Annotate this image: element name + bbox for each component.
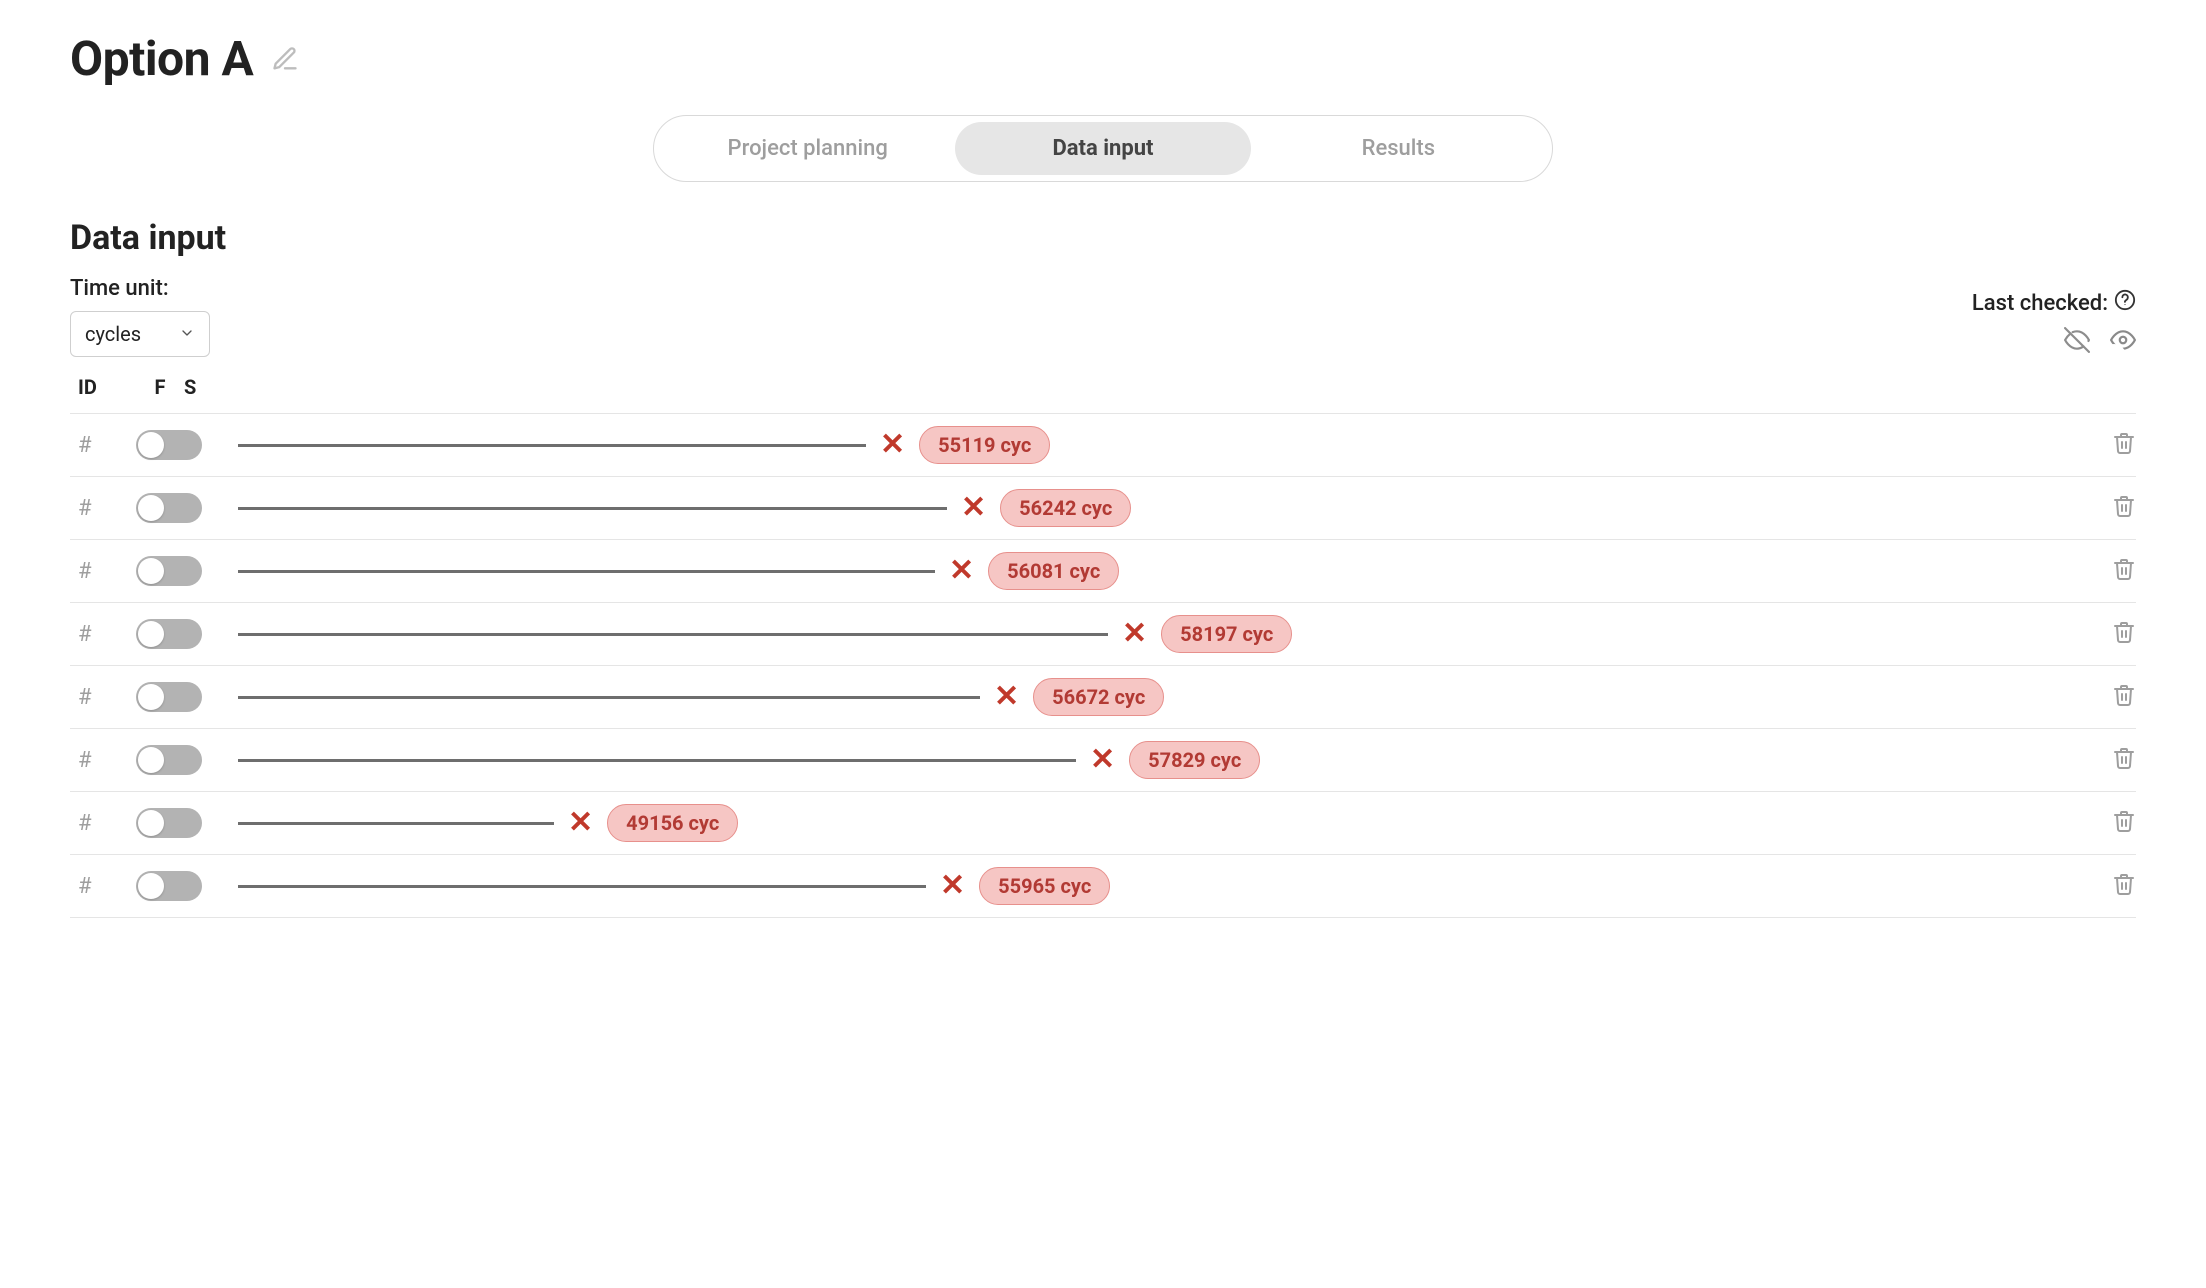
eye-off-icon [2064, 327, 2090, 357]
value-chip: 57829 cyc [1129, 741, 1260, 779]
value-chip: 56242 cyc [1000, 489, 1131, 527]
col-f: F [136, 375, 184, 399]
row-bar-area: ✕ 56242 cyc [208, 489, 2086, 527]
row-id: # [78, 748, 136, 773]
trash-icon[interactable] [2086, 872, 2136, 900]
row-toggle[interactable] [136, 493, 208, 523]
chevron-down-icon [179, 322, 195, 346]
close-icon[interactable]: ✕ [880, 430, 905, 460]
close-icon[interactable]: ✕ [1090, 745, 1115, 775]
close-icon[interactable]: ✕ [940, 871, 965, 901]
row-bar[interactable] [238, 822, 554, 825]
time-unit-select[interactable]: cycles [70, 311, 210, 357]
row-toggle[interactable] [136, 682, 208, 712]
table-row: # ✕ 55965 cyc [70, 854, 2136, 918]
last-checked-label: Last checked: [1972, 291, 2108, 316]
row-bar[interactable] [238, 507, 947, 510]
table-row: # ✕ 56672 cyc [70, 665, 2136, 728]
table-row: # ✕ 55119 cyc [70, 413, 2136, 476]
table-row: # ✕ 49156 cyc [70, 791, 2136, 854]
col-s: S [184, 375, 232, 399]
row-bar[interactable] [238, 696, 980, 699]
row-bar-area: ✕ 57829 cyc [208, 741, 2086, 779]
row-id: # [78, 496, 136, 521]
col-id: ID [78, 375, 136, 399]
edit-icon[interactable] [271, 45, 299, 73]
value-chip: 58197 cyc [1161, 615, 1292, 653]
row-bar[interactable] [238, 759, 1076, 762]
row-bar-area: ✕ 55119 cyc [208, 426, 2086, 464]
trash-icon[interactable] [2086, 557, 2136, 585]
row-bar-area: ✕ 49156 cyc [208, 804, 2086, 842]
trash-icon[interactable] [2086, 431, 2136, 459]
row-toggle[interactable] [136, 619, 208, 649]
page-title: Option A [70, 30, 253, 87]
trash-icon[interactable] [2086, 494, 2136, 522]
table-row: # ✕ 56242 cyc [70, 476, 2136, 539]
trash-icon[interactable] [2086, 620, 2136, 648]
row-id: # [78, 685, 136, 710]
close-icon[interactable]: ✕ [1122, 619, 1147, 649]
tab-project-planning[interactable]: Project planning [660, 122, 955, 175]
close-icon[interactable]: ✕ [961, 493, 986, 523]
tab-results[interactable]: Results [1251, 122, 1546, 175]
row-bar-area: ✕ 56081 cyc [208, 552, 2086, 590]
row-id: # [78, 433, 136, 458]
row-bar-area: ✕ 56672 cyc [208, 678, 2086, 716]
table-row: # ✕ 56081 cyc [70, 539, 2136, 602]
section-title: Data input [70, 218, 2136, 258]
row-id: # [78, 622, 136, 647]
table-header: ID F S [70, 365, 2136, 413]
value-chip: 55965 cyc [979, 867, 1110, 905]
row-bar[interactable] [238, 885, 926, 888]
time-unit-value: cycles [85, 322, 141, 346]
row-bar[interactable] [238, 444, 866, 447]
row-toggle[interactable] [136, 745, 208, 775]
value-chip: 49156 cyc [607, 804, 738, 842]
tabs: Project planning Data input Results [653, 115, 1553, 182]
row-id: # [78, 874, 136, 899]
trash-icon[interactable] [2086, 809, 2136, 837]
row-toggle[interactable] [136, 871, 208, 901]
row-toggle[interactable] [136, 556, 208, 586]
value-chip: 56081 cyc [988, 552, 1119, 590]
row-bar-area: ✕ 55965 cyc [208, 867, 2086, 905]
close-icon[interactable]: ✕ [949, 556, 974, 586]
row-id: # [78, 811, 136, 836]
row-toggle[interactable] [136, 808, 208, 838]
help-icon[interactable] [2114, 289, 2136, 317]
tab-data-input[interactable]: Data input [955, 122, 1250, 175]
trash-icon[interactable] [2086, 683, 2136, 711]
close-icon[interactable]: ✕ [568, 808, 593, 838]
value-chip: 55119 cyc [919, 426, 1050, 464]
row-toggle[interactable] [136, 430, 208, 460]
row-bar[interactable] [238, 633, 1108, 636]
time-unit-label: Time unit: [70, 276, 210, 301]
table-row: # ✕ 57829 cyc [70, 728, 2136, 791]
rows: #✕55119 cyc#✕56242 cyc#✕56081 cyc#✕58197… [70, 413, 2136, 918]
row-bar[interactable] [238, 570, 935, 573]
close-icon[interactable]: ✕ [994, 682, 1019, 712]
row-id: # [78, 559, 136, 584]
table-row: # ✕ 58197 cyc [70, 602, 2136, 665]
value-chip: 56672 cyc [1033, 678, 1164, 716]
row-bar-area: ✕ 58197 cyc [208, 615, 2086, 653]
trash-icon[interactable] [2086, 746, 2136, 774]
